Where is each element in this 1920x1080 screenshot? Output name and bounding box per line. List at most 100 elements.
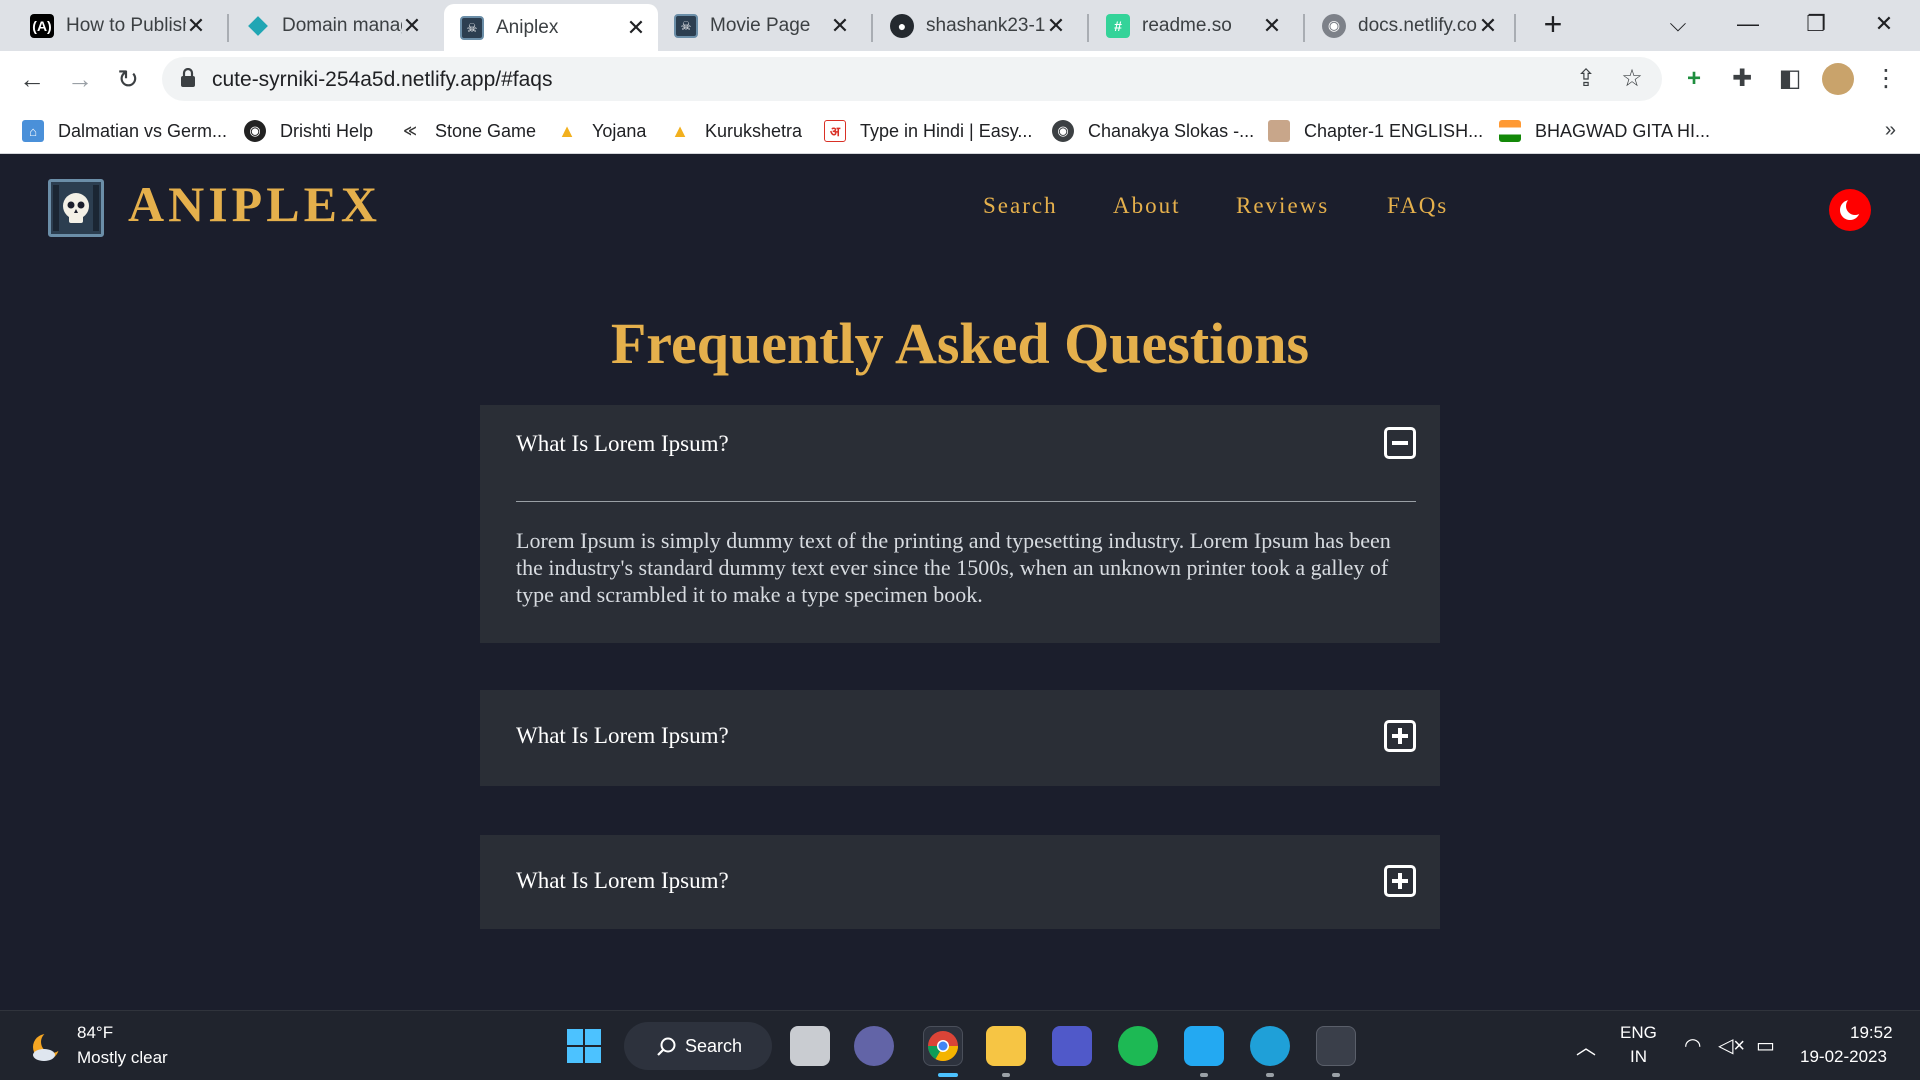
teams-icon[interactable]	[1052, 1026, 1092, 1066]
close-tab-icon[interactable]: ✕	[402, 14, 422, 36]
taskbar-search-button[interactable]: Search	[624, 1022, 772, 1070]
bookmark-label: Kurukshetra	[705, 120, 803, 141]
nav-search-link[interactable]: Search	[983, 193, 1058, 219]
weather-moon-cloud-icon[interactable]	[30, 1029, 66, 1065]
nav-reviews-link[interactable]: Reviews	[1236, 193, 1329, 219]
language-region[interactable]: IN	[1630, 1047, 1647, 1067]
bookmark-label: Dalmatian vs Germ...	[58, 120, 228, 141]
minimize-icon[interactable]: —	[1728, 4, 1768, 44]
tab-aniplex[interactable]: ☠ Aniplex ✕	[444, 4, 658, 51]
speaker-muted-icon[interactable]: ◁×	[1718, 1033, 1745, 1058]
expand-plus-icon[interactable]	[1384, 720, 1416, 752]
spotify-icon[interactable]	[1118, 1026, 1158, 1066]
extensions-puzzle-icon[interactable]: ✚	[1726, 63, 1758, 95]
reload-icon[interactable]: ↻	[110, 61, 146, 97]
close-tab-icon[interactable]: ✕	[626, 16, 646, 38]
wifi-icon[interactable]: ◠	[1684, 1033, 1701, 1058]
skull-film-icon: ☠	[460, 15, 484, 40]
back-arrow-icon[interactable]: ←	[14, 61, 50, 97]
tab-how-to-publish[interactable]: (A) How to Publish ✕	[14, 0, 218, 51]
tab-separator	[1303, 14, 1305, 42]
tab-readme[interactable]: # readme.so ✕	[1090, 0, 1294, 51]
clock-time[interactable]: 19:52	[1850, 1023, 1893, 1043]
active-app-indicator	[938, 1073, 958, 1077]
skull-film-icon	[53, 185, 99, 231]
astro-icon: (A)	[30, 13, 54, 38]
profile-avatar[interactable]	[1822, 63, 1854, 95]
netlify-diamond-icon	[246, 14, 270, 38]
menu-kebab-icon[interactable]: ⋮	[1870, 63, 1902, 95]
logo[interactable]	[48, 179, 104, 237]
bookmark-item[interactable]: BHAGWAD GITA HI...	[1499, 117, 1710, 145]
bookmark-item[interactable]: ◉ Drishti Help	[244, 117, 373, 145]
close-tab-icon[interactable]: ✕	[1478, 14, 1498, 36]
windows-start-icon[interactable]	[567, 1029, 601, 1063]
app-running-indicator	[1002, 1073, 1010, 1077]
edge-icon[interactable]	[1250, 1026, 1290, 1066]
close-window-icon[interactable]: ✕	[1864, 4, 1904, 44]
more-bookmarks-chevron-icon[interactable]: »	[1885, 119, 1896, 142]
windows-taskbar: 84°F Mostly clear Search ︿ ENG IN ◠ ◁× ▭…	[0, 1010, 1920, 1080]
faq-question[interactable]: What Is Lorem Ipsum?	[516, 723, 729, 749]
bookmark-item[interactable]: ≪ Stone Game	[399, 117, 536, 145]
terminal-icon[interactable]	[1316, 1026, 1356, 1066]
tab-separator	[871, 14, 873, 42]
url-text[interactable]: cute-syrniki-254a5d.netlify.app/#faqs	[212, 68, 552, 92]
forward-arrow-icon[interactable]: →	[62, 61, 98, 97]
nav-about-link[interactable]: About	[1113, 193, 1181, 219]
task-view-icon[interactable]	[790, 1026, 830, 1066]
bookmark-item[interactable]: ◉ Chanakya Slokas -...	[1052, 117, 1254, 145]
extension-plus-icon[interactable]: +	[1678, 63, 1710, 95]
collapse-minus-icon[interactable]	[1384, 427, 1416, 459]
share-icon[interactable]: ⇪	[1572, 65, 1600, 93]
bookmark-label: Stone Game	[435, 120, 537, 141]
tab-search-chevron-icon[interactable]: ⌵	[1658, 4, 1698, 44]
bookmark-item[interactable]: ▲ Kurukshetra	[669, 117, 802, 145]
bookmark-item[interactable]: अ Type in Hindi | Easy...	[824, 117, 1032, 145]
bookmark-star-icon[interactable]: ☆	[1618, 65, 1646, 93]
bookmark-item[interactable]: ▲ Yojana	[556, 117, 646, 145]
bookmark-label: Chapter-1 ENGLISH...	[1304, 120, 1484, 141]
weather-description[interactable]: Mostly clear	[77, 1048, 168, 1068]
close-tab-icon[interactable]: ✕	[186, 14, 206, 36]
weather-temperature[interactable]: 84°F	[77, 1023, 113, 1043]
bookmark-label: Type in Hindi | Easy...	[860, 120, 1033, 141]
app-running-indicator	[1266, 1073, 1274, 1077]
battery-icon[interactable]: ▭	[1756, 1033, 1775, 1058]
tab-domain-management[interactable]: Domain manag ✕	[230, 0, 434, 51]
tab-netlify-docs[interactable]: ◉ docs.netlify.cor ✕	[1306, 0, 1510, 51]
vscode-icon[interactable]	[1184, 1026, 1224, 1066]
teams-chat-icon[interactable]	[854, 1026, 894, 1066]
tab-title: Aniplex	[496, 16, 559, 38]
new-tab-button[interactable]: +	[1536, 8, 1570, 42]
bookmark-item[interactable]: Chapter-1 ENGLISH...	[1268, 117, 1483, 145]
faq-item: What Is Lorem Ipsum?	[480, 835, 1440, 929]
faq-question[interactable]: What Is Lorem Ipsum?	[516, 431, 729, 457]
close-tab-icon[interactable]: ✕	[830, 14, 850, 36]
lock-icon[interactable]	[180, 68, 196, 88]
search-icon	[657, 1037, 676, 1056]
restore-icon[interactable]: ❐	[1796, 4, 1836, 44]
tab-github[interactable]: ● shashank23-10 ✕	[874, 0, 1078, 51]
close-tab-icon[interactable]: ✕	[1262, 14, 1282, 36]
language-indicator[interactable]: ENG	[1620, 1023, 1657, 1043]
address-bar[interactable]: cute-syrniki-254a5d.netlify.app/#faqs ⇪ …	[162, 57, 1662, 101]
theme-toggle-button[interactable]	[1829, 189, 1871, 231]
faq-heading: Frequently Asked Questions	[610, 311, 1310, 376]
file-explorer-icon[interactable]	[986, 1026, 1026, 1066]
side-panel-icon[interactable]: ◧	[1774, 63, 1806, 95]
chrome-icon[interactable]	[923, 1026, 963, 1066]
tray-overflow-chevron-icon[interactable]: ︿	[1576, 1031, 1596, 1060]
close-tab-icon[interactable]: ✕	[1046, 14, 1066, 36]
expand-plus-icon[interactable]	[1384, 865, 1416, 897]
page-content: ANIPLEX Search About Reviews FAQs Freque…	[0, 155, 1920, 1010]
tab-movie-page[interactable]: ☠ Movie Page ✕	[658, 0, 862, 51]
clock-date[interactable]: 19-02-2023	[1800, 1047, 1887, 1067]
brand-title[interactable]: ANIPLEX	[128, 175, 381, 233]
globe-icon: ◉	[1322, 13, 1346, 38]
tab-separator	[227, 14, 229, 42]
faq-question[interactable]: What Is Lorem Ipsum?	[516, 868, 729, 894]
bookmark-item[interactable]: ⌂ Dalmatian vs Germ...	[22, 117, 227, 145]
moon-icon	[1840, 197, 1864, 220]
nav-faqs-link[interactable]: FAQs	[1387, 193, 1448, 219]
